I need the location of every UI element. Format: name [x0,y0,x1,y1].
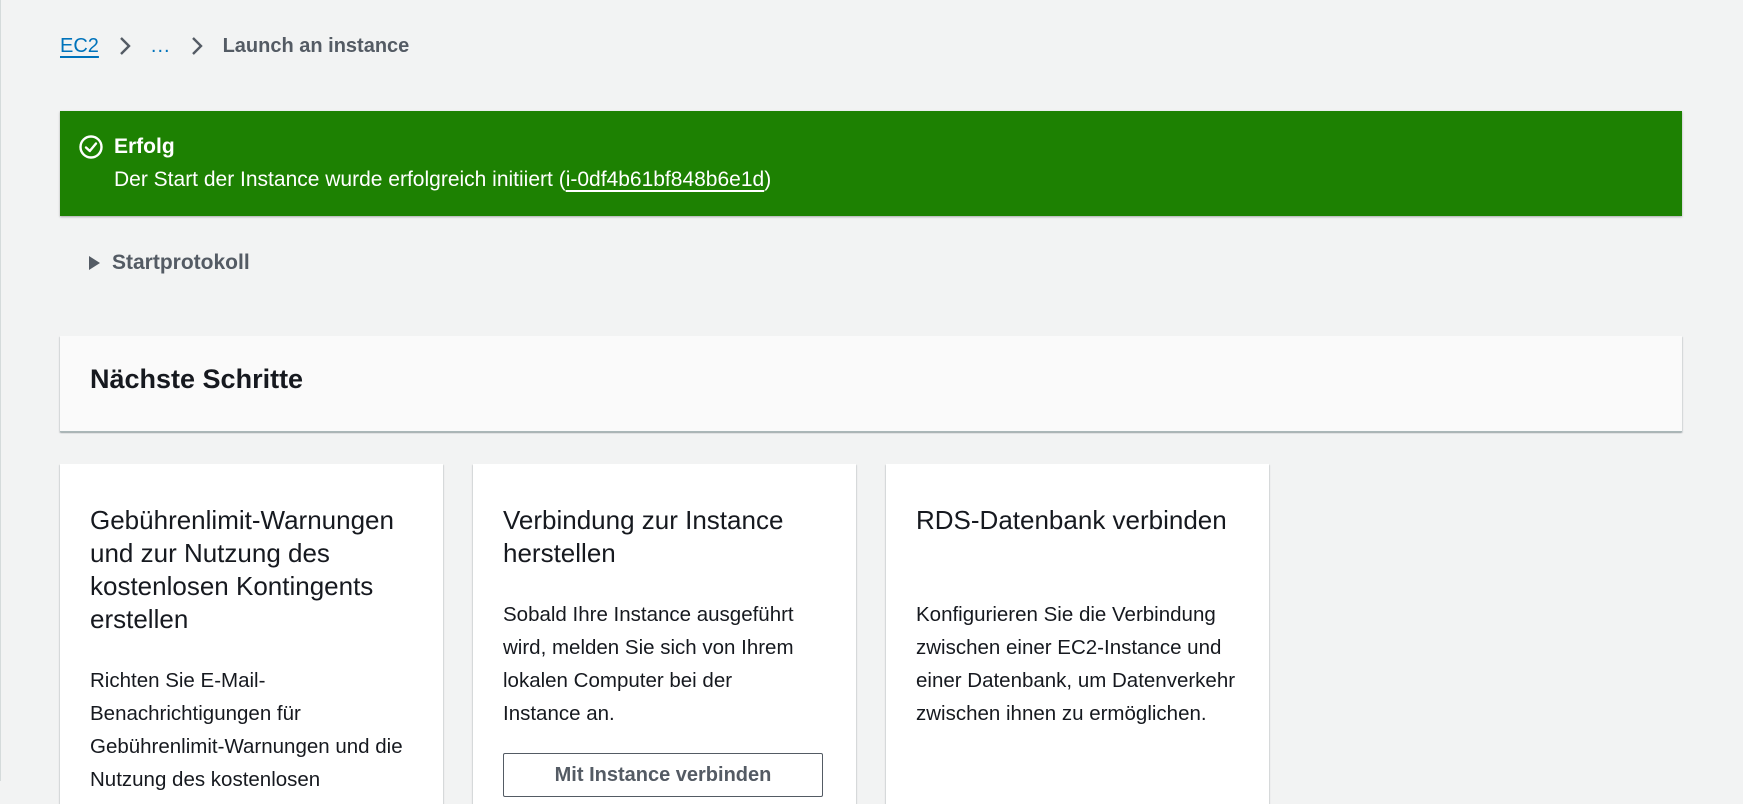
chevron-right-icon [171,32,223,60]
success-flash-banner: Erfolg Der Start der Instance wurde erfo… [60,111,1682,216]
card-connect-rds: RDS-Datenbank verbinden Konfigurieren Si… [886,464,1269,804]
caret-right-icon [89,256,100,270]
card-billing-alerts: Gebührenlimit-Warnungen und zur Nutzung … [60,464,443,804]
breadcrumb: EC2 ... Launch an instance [60,32,409,60]
page-left-border [0,0,1,781]
chevron-right-icon [99,32,151,60]
flash-message: Der Start der Instance wurde erfolgreich… [114,167,771,193]
flash-title: Erfolg [114,135,175,158]
card-title: RDS-Datenbank verbinden [916,505,1227,535]
breadcrumb-ellipsis-button[interactable]: ... [151,35,171,58]
flash-message-prefix: Der Start der Instance wurde erfolgreich… [114,168,566,191]
breadcrumb-current-page: Launch an instance [222,34,410,57]
card-title: Verbindung zur Instance herstellen [503,505,784,568]
card-title: Gebührenlimit-Warnungen und zur Nutzung … [90,505,394,634]
instance-id-link[interactable]: i-0df4b61bf848b6e1d [566,168,765,191]
next-steps-header-panel: Nächste Schritte [60,336,1682,432]
breadcrumb-ec2-link[interactable]: EC2 [60,35,99,58]
flash-message-suffix: ) [764,168,772,191]
startprotokoll-expander[interactable]: Startprotokoll [86,248,250,278]
page-right-edge [1739,0,1743,781]
card-description: Richten Sie E-Mail-Benachrichtigungen fü… [90,669,403,791]
check-circle-icon [78,134,104,160]
card-description: Sobald Ihre Instance ausgeführt wird, me… [503,603,794,725]
connect-to-instance-button[interactable]: Mit Instance verbinden [503,753,823,797]
expander-label: Startprotokoll [112,251,250,274]
next-steps-title: Nächste Schritte [90,364,304,394]
card-connect-instance: Verbindung zur Instance herstellen Sobal… [473,464,856,804]
card-description: Konfigurieren Sie die Verbindung zwische… [916,603,1236,725]
